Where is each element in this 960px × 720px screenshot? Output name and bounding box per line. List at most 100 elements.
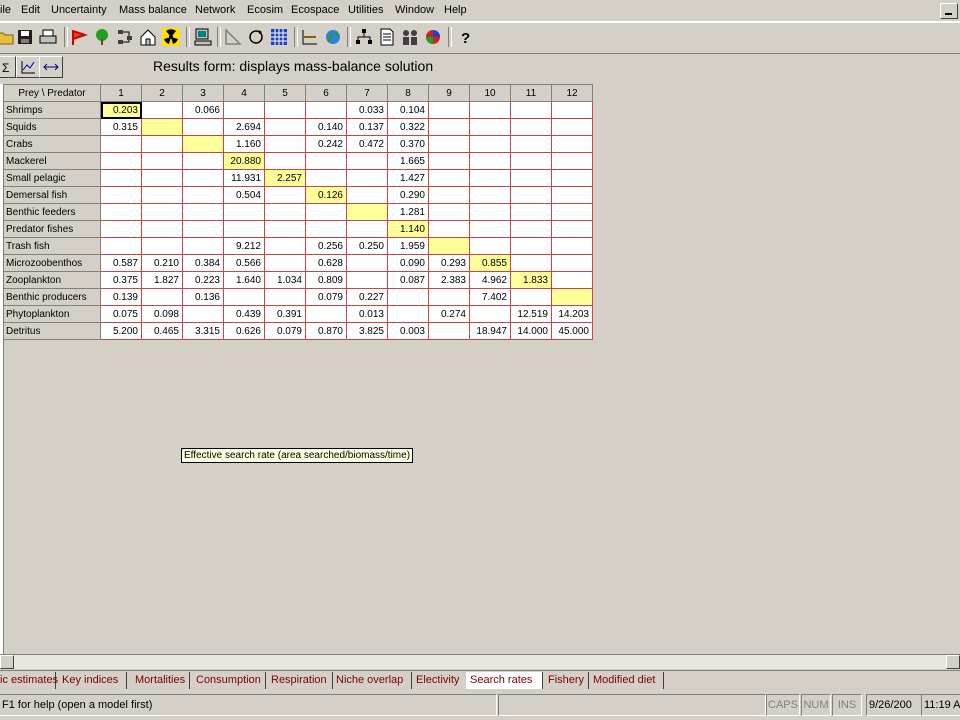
grid-cell[interactable] <box>469 118 511 136</box>
grid-cell[interactable]: 0.370 <box>387 135 429 153</box>
grid-column-header[interactable]: 1 <box>100 84 142 102</box>
grid-cell[interactable]: 0.013 <box>346 305 388 323</box>
grid-cell[interactable]: 0.391 <box>264 305 306 323</box>
grid-cell[interactable] <box>510 135 552 153</box>
grid-cell[interactable]: 0.256 <box>305 237 347 255</box>
grid-cell[interactable]: 2.694 <box>223 118 265 136</box>
grid-cell[interactable] <box>100 203 142 221</box>
grid-cell[interactable] <box>141 135 183 153</box>
grid-cell[interactable] <box>510 254 552 272</box>
menu-ecosim[interactable]: Ecosim <box>247 4 283 16</box>
grid-cell[interactable] <box>510 169 552 187</box>
grid-cell[interactable]: 0.066 <box>182 101 224 119</box>
grid-cell[interactable] <box>182 203 224 221</box>
grid-cell[interactable] <box>551 254 593 272</box>
grid-cell[interactable] <box>305 220 347 238</box>
menu-utilities[interactable]: Utilities <box>348 4 383 16</box>
grid-cell[interactable] <box>510 118 552 136</box>
grid-cell[interactable]: 1.427 <box>387 169 429 187</box>
grid-cell[interactable] <box>264 118 306 136</box>
grid-cell[interactable] <box>305 101 347 119</box>
color-ball-icon[interactable] <box>422 26 444 48</box>
grid-cell[interactable] <box>510 186 552 204</box>
grid-cell[interactable] <box>469 135 511 153</box>
row-header[interactable]: Trash fish <box>3 237 101 255</box>
grid-cell[interactable] <box>346 271 388 289</box>
grid-cell[interactable]: 0.223 <box>182 271 224 289</box>
row-header[interactable]: Mackerel <box>3 152 101 170</box>
grid-cell[interactable]: 0.139 <box>100 288 142 306</box>
grid-cell[interactable] <box>428 220 470 238</box>
grid-cell[interactable] <box>141 237 183 255</box>
grid-cell[interactable] <box>346 152 388 170</box>
grid-cell[interactable]: 0.003 <box>387 322 429 340</box>
grid-cell[interactable] <box>551 118 593 136</box>
grid-cell[interactable] <box>305 169 347 187</box>
grid-cell[interactable] <box>428 135 470 153</box>
grid-cell[interactable] <box>141 203 183 221</box>
row-header[interactable]: Benthic producers <box>3 288 101 306</box>
grid-cell[interactable]: 0.227 <box>346 288 388 306</box>
grid-cell[interactable] <box>182 135 224 153</box>
row-header[interactable]: Detritus <box>3 322 101 340</box>
grid-cell[interactable] <box>428 186 470 204</box>
grid-cell[interactable]: 0.472 <box>346 135 388 153</box>
grid-cell[interactable]: 1.640 <box>223 271 265 289</box>
grid-cell[interactable]: 0.504 <box>223 186 265 204</box>
row-header[interactable]: Zooplankton <box>3 271 101 289</box>
grid-cell[interactable]: 2.383 <box>428 271 470 289</box>
globe-icon[interactable] <box>322 26 344 48</box>
grid-cell[interactable] <box>141 220 183 238</box>
grid-icon[interactable] <box>268 26 290 48</box>
grid-cell[interactable] <box>141 101 183 119</box>
grid-column-header[interactable]: 12 <box>551 84 593 102</box>
grid-column-header[interactable]: 11 <box>510 84 552 102</box>
grid-cell[interactable]: 18.947 <box>469 322 511 340</box>
row-header[interactable]: Microzoobenthos <box>3 254 101 272</box>
grid-cell[interactable] <box>182 118 224 136</box>
network-graph-icon[interactable] <box>114 26 136 48</box>
grid-cell[interactable]: 0.079 <box>305 288 347 306</box>
row-header[interactable]: Phytoplankton <box>3 305 101 323</box>
menu-network[interactable]: Network <box>195 4 235 16</box>
grid-cell[interactable]: 1.959 <box>387 237 429 255</box>
grid-cell[interactable]: 0.870 <box>305 322 347 340</box>
grid-cell[interactable]: 1.140 <box>387 220 429 238</box>
grid-cell[interactable] <box>469 220 511 238</box>
grid-cell[interactable] <box>551 288 593 306</box>
scroll-left-button[interactable] <box>0 655 14 669</box>
grid-cell[interactable] <box>264 220 306 238</box>
grid-cell[interactable] <box>182 169 224 187</box>
row-header[interactable]: Predator fishes <box>3 220 101 238</box>
menu-help[interactable]: Help <box>444 4 467 16</box>
grid-cell[interactable] <box>264 203 306 221</box>
arrows-icon[interactable] <box>39 56 63 78</box>
grid-column-header[interactable]: 10 <box>469 84 511 102</box>
grid-cell[interactable] <box>510 152 552 170</box>
grid-cell[interactable] <box>346 169 388 187</box>
document-icon[interactable] <box>376 26 398 48</box>
row-header[interactable]: Benthic feeders <box>3 203 101 221</box>
grid-cell[interactable]: 45.000 <box>551 322 593 340</box>
grid-cell[interactable] <box>551 203 593 221</box>
grid-cell[interactable]: 14.203 <box>551 305 593 323</box>
row-header[interactable]: Crabs <box>3 135 101 153</box>
grid-cell[interactable]: 0.855 <box>469 254 511 272</box>
grid-cell[interactable] <box>141 186 183 204</box>
red-flag-icon[interactable] <box>68 26 90 48</box>
grid-cell[interactable]: 3.825 <box>346 322 388 340</box>
grid-cell[interactable] <box>182 305 224 323</box>
grid-column-header[interactable]: 3 <box>182 84 224 102</box>
grid-cell[interactable] <box>551 152 593 170</box>
grid-cell[interactable] <box>346 186 388 204</box>
menu-mass-balance[interactable]: Mass balance <box>119 4 187 16</box>
grid-cell[interactable] <box>469 237 511 255</box>
grid-cell[interactable]: 0.626 <box>223 322 265 340</box>
grid-cell[interactable] <box>264 237 306 255</box>
grid-cell[interactable] <box>223 288 265 306</box>
tab-respiration[interactable]: Respiration <box>267 672 333 689</box>
grid-cell[interactable] <box>182 152 224 170</box>
tab-basic-estimates[interactable]: ic estimates <box>0 672 58 689</box>
grid-cell[interactable] <box>428 322 470 340</box>
tab-key-indices[interactable]: Key indices <box>58 672 127 689</box>
